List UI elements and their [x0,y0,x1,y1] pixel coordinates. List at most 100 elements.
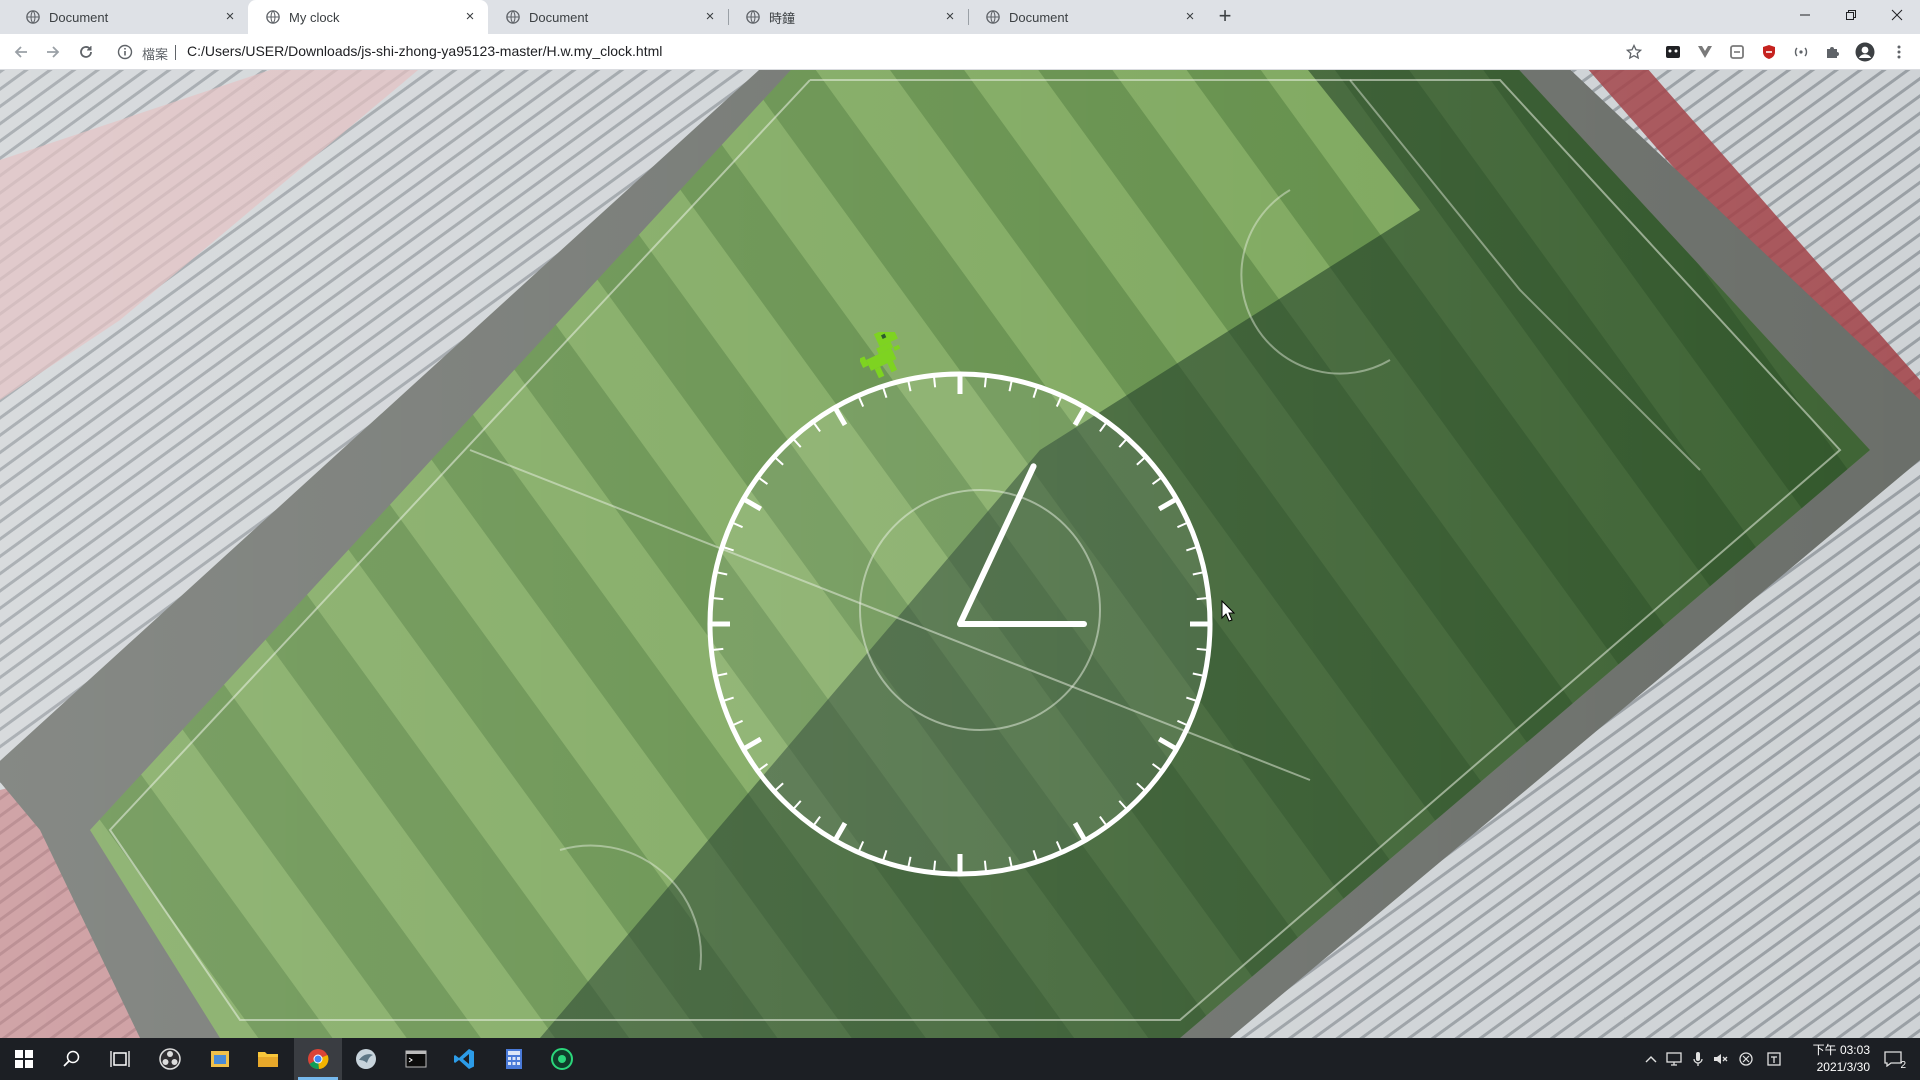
globe-icon [746,10,760,24]
extension-4-button[interactable] [1759,42,1779,62]
extensions-button[interactable] [1823,42,1843,62]
dino-icon [860,332,901,378]
taskbar-file-manager[interactable] [196,1038,244,1080]
globe-icon [986,10,1000,24]
kebab-menu-icon [1897,45,1901,59]
terminal-icon [405,1050,427,1068]
notification-count: 2 [1900,1060,1906,1071]
bird-app-icon [356,1049,376,1069]
tray-network[interactable] [1664,1049,1684,1069]
tray-app-icon [1739,1052,1753,1066]
clock-minute-tick [983,860,987,871]
clock-minute-tick [713,597,724,601]
task-view-button[interactable] [96,1038,144,1080]
clock-minute-tick [933,860,937,871]
clock-minute-tick [1196,647,1207,651]
tray-clock[interactable]: 下午 03:03 2021/3/30 [1790,1042,1870,1076]
tray-input-method[interactable] [1764,1049,1784,1069]
volume-muted-icon [1714,1054,1728,1064]
taskbar-file-explorer[interactable] [244,1038,292,1080]
taskbar-obs[interactable] [146,1038,194,1080]
close-icon[interactable]: × [702,9,718,25]
task-view-icon [110,1051,130,1067]
chevron-up-icon [1645,1056,1657,1063]
shield-icon [1763,45,1775,59]
search-button[interactable] [48,1038,96,1080]
close-icon[interactable]: × [942,9,958,25]
menu-button[interactable] [1889,42,1909,62]
tab-document-2[interactable]: Document × [488,0,728,34]
mouse-cursor-icon [1221,600,1235,622]
forward-button[interactable] [41,40,65,64]
star-icon [1626,44,1642,60]
extension-2-button[interactable] [1695,42,1715,62]
bookmark-star-button[interactable] [1624,42,1644,62]
search-icon [63,1050,80,1067]
close-window-button[interactable] [1874,0,1920,30]
start-button[interactable] [0,1038,48,1080]
tab-label: My clock [289,9,340,25]
close-icon[interactable]: × [222,9,238,25]
taskbar-bird-app[interactable] [342,1038,390,1080]
file-explorer-icon [258,1052,278,1067]
address-bar[interactable]: 檔案 C:/Users/USER/Downloads/js-shi-zhong-… [112,37,1642,67]
tray-microphone[interactable] [1688,1049,1708,1069]
notification-icon [1884,1051,1902,1067]
tray-date: 2021/3/30 [1816,1060,1870,1074]
mask-extension-icon [1666,46,1680,58]
scheme-label: 檔案 [142,47,169,62]
back-button[interactable] [9,40,33,64]
close-icon[interactable]: × [462,9,478,25]
taskbar-terminal[interactable] [392,1038,440,1080]
vue-devtools-icon [1698,46,1712,58]
tab-my-clock[interactable]: My clock × [248,0,488,34]
minimize-icon [1800,14,1810,16]
tray-volume[interactable] [1711,1049,1731,1069]
green-circle-app-icon [551,1048,573,1070]
globe-icon [506,10,520,24]
restore-button[interactable] [1828,0,1874,30]
reload-button[interactable] [74,40,98,64]
taskbar-chrome[interactable] [294,1038,342,1080]
page-viewport [0,70,1920,1038]
tab-document-3[interactable]: Document × [968,0,1208,34]
tab-label: Document [529,9,589,25]
extension-1-button[interactable] [1663,42,1683,62]
tab-label: Document [49,9,109,25]
tray-app[interactable] [1736,1049,1756,1069]
info-icon[interactable] [117,44,133,60]
calculator-icon [506,1049,522,1069]
url-text[interactable]: C:/Users/USER/Downloads/js-shi-zhong-ya9… [187,43,662,59]
taskbar-calculator[interactable] [490,1038,538,1080]
tray-show-hidden[interactable] [1641,1049,1661,1069]
extension-5-button[interactable] [1791,42,1811,62]
signal-extension-icon [1794,47,1808,57]
close-icon[interactable]: × [1182,9,1198,25]
avatar-icon [1855,42,1875,62]
restore-icon [1846,10,1856,20]
vscode-icon [454,1049,474,1069]
obs-icon [159,1048,181,1070]
puzzle-icon [1827,47,1839,58]
tray-time: 下午 03:03 [1812,1043,1870,1057]
extension-3-button[interactable] [1727,42,1747,62]
scheme-divider [175,45,176,60]
reload-icon [80,46,92,58]
action-center-button[interactable]: 2 [1880,1049,1906,1071]
minimize-button[interactable] [1782,0,1828,30]
arrow-left-icon [14,46,27,58]
close-icon [1891,9,1903,21]
taskbar-vscode[interactable] [440,1038,488,1080]
tab-clock-zh[interactable]: 時鐘 × [728,0,968,34]
microphone-icon [1693,1052,1703,1066]
taskbar-green-app[interactable] [538,1038,586,1080]
windows-start-icon [15,1050,33,1068]
tab-label: 時鐘 [769,10,796,26]
new-tab-button[interactable]: + [1213,5,1237,29]
analog-clock [707,371,1213,877]
box-extension-icon [1730,45,1744,59]
tab-document-1[interactable]: Document × [8,0,248,34]
profile-button[interactable] [1855,42,1875,62]
clock-minute-tick [983,377,987,388]
chrome-icon [308,1049,329,1070]
